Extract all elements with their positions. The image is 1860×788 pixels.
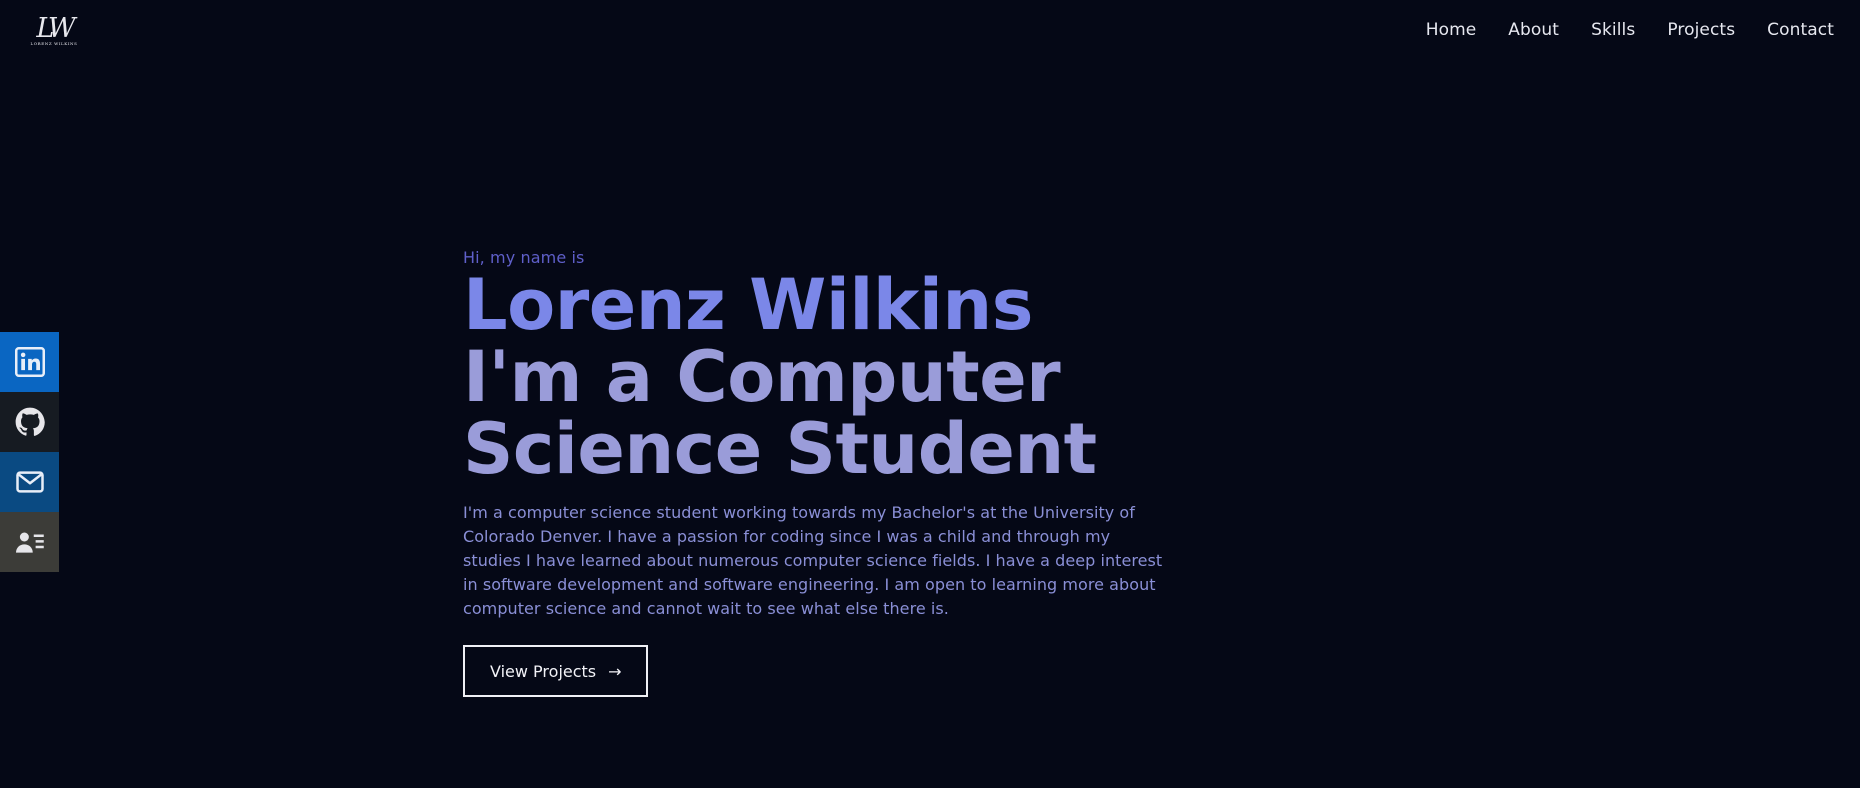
top-nav-bar: LW LORENZ WILKINS Home About Skills Proj… xyxy=(0,0,1860,60)
main-nav: Home About Skills Projects Contact xyxy=(1426,20,1834,40)
contact-card-icon xyxy=(15,532,44,553)
email-button[interactable] xyxy=(0,452,59,512)
mail-icon xyxy=(15,471,44,493)
linkedin-button[interactable] xyxy=(0,332,59,392)
hero-description: I'm a computer science student working t… xyxy=(463,503,1163,618)
nav-about[interactable]: About xyxy=(1508,20,1559,40)
nav-contact[interactable]: Contact xyxy=(1767,20,1834,40)
github-icon xyxy=(15,407,45,436)
hero-section: Hi, my name is Lorenz Wilkins I'm a Comp… xyxy=(463,248,1323,697)
portfolio-page: LW LORENZ WILKINS Home About Skills Proj… xyxy=(0,0,1860,788)
github-button[interactable] xyxy=(0,392,59,452)
site-logo[interactable]: LW LORENZ WILKINS xyxy=(24,11,84,49)
resume-button[interactable] xyxy=(0,512,59,572)
hero-role: I'm a Computer Science Student xyxy=(463,336,1097,490)
hero-name: Lorenz Wilkins xyxy=(463,264,1033,346)
linkedin-icon xyxy=(14,347,45,377)
arrow-right-icon: → xyxy=(608,661,622,681)
nav-skills[interactable]: Skills xyxy=(1591,20,1635,40)
logo-monogram: LW xyxy=(36,12,75,44)
logo-subtitle: LORENZ WILKINS xyxy=(30,40,78,46)
nav-home[interactable]: Home xyxy=(1426,20,1477,40)
view-projects-label: View Projects xyxy=(490,661,597,681)
nav-projects[interactable]: Projects xyxy=(1667,20,1735,40)
social-links-rail xyxy=(0,332,59,572)
view-projects-button[interactable]: View Projects → xyxy=(463,645,648,697)
